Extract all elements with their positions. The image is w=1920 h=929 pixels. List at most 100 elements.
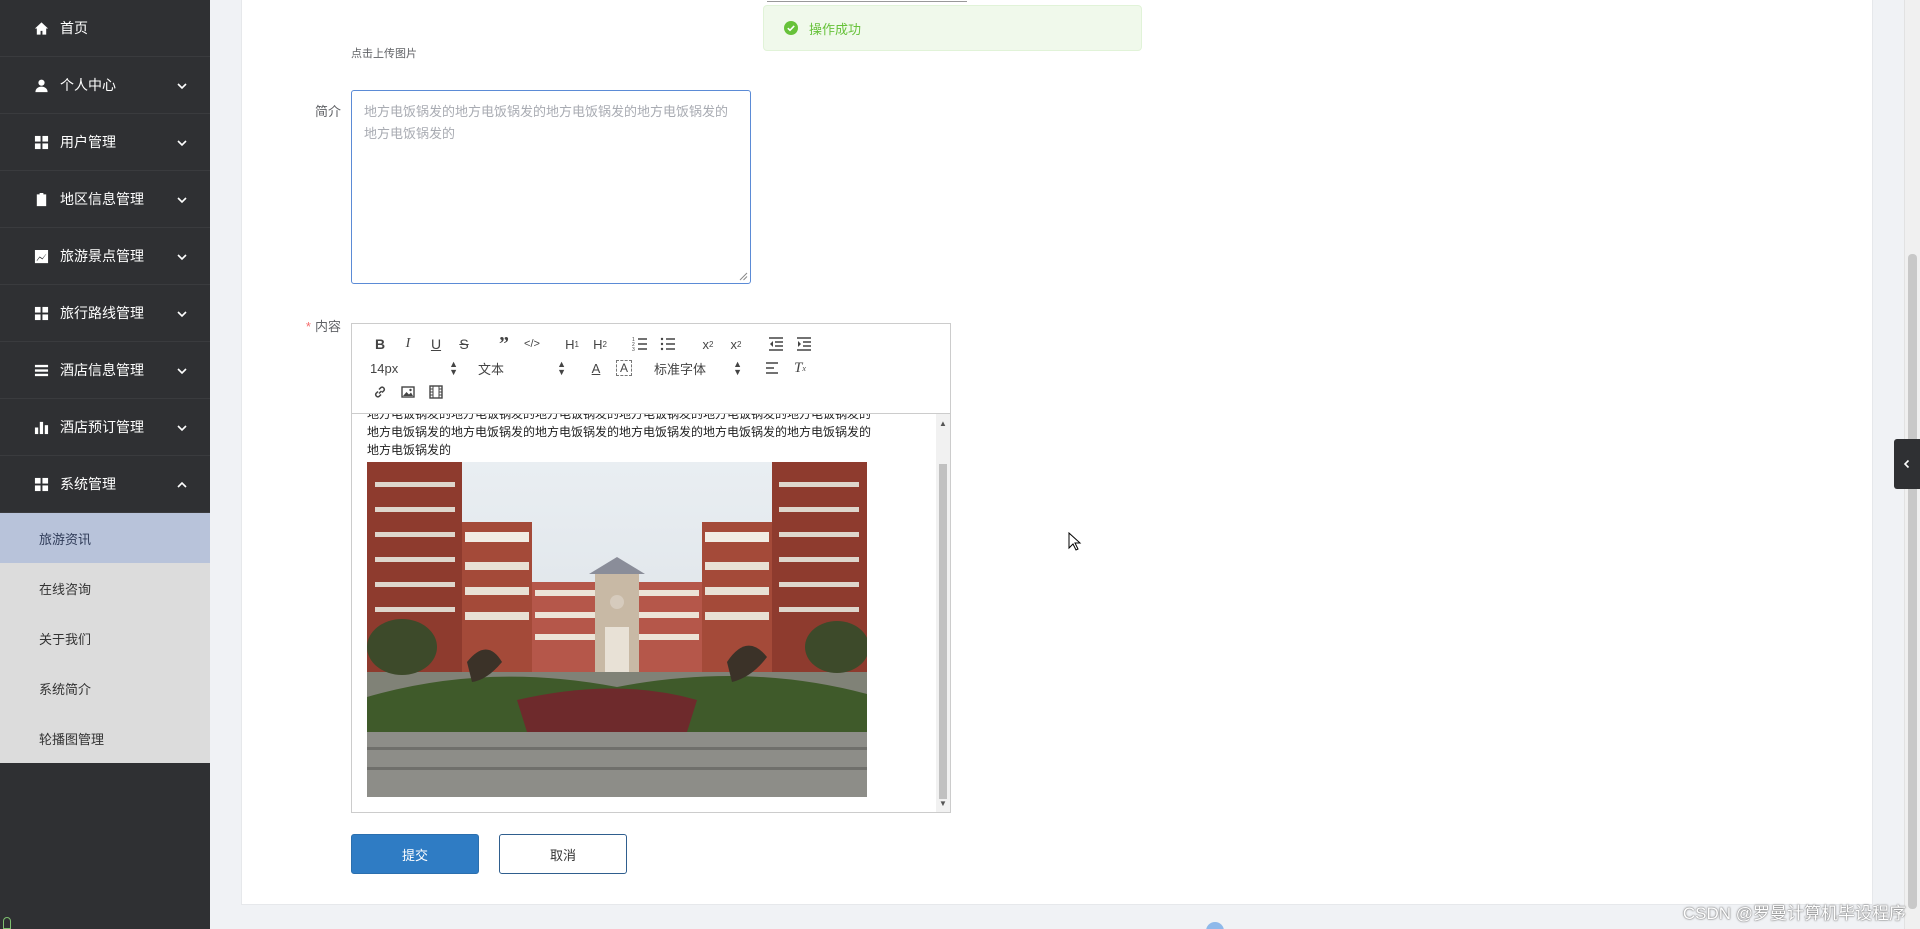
background-color-icon[interactable]: A: [616, 360, 632, 376]
intro-textarea[interactable]: 地方电饭锅发的地方电饭锅发的地方电饭锅发的地方电饭锅发的地方电饭锅发的: [351, 90, 751, 284]
bar-chart-icon: [33, 419, 49, 435]
home-icon: [33, 20, 49, 36]
image-icon[interactable]: [394, 381, 422, 403]
strike-button[interactable]: S: [450, 333, 478, 355]
chart-icon: [33, 248, 49, 264]
video-icon[interactable]: [422, 381, 450, 403]
chevron-down-icon: [176, 193, 188, 205]
chevron-down-icon: [176, 421, 188, 433]
editor-text-line: 地方电饭锅发的地方电饭锅发的地方电饭锅发的地方电饭锅发的地方电饭锅发的地方电饭锅…: [367, 425, 872, 439]
editor-content-area[interactable]: 地方电饭锅发的地方电饭锅发的地方电饭锅发的地方电饭锅发的地方电饭锅发的地方电饭锅…: [352, 414, 950, 812]
cancel-button[interactable]: 取消: [499, 834, 627, 874]
page-scroll-thumb[interactable]: [1908, 254, 1917, 909]
font-color-icon[interactable]: A: [582, 357, 610, 379]
mouse-cursor-icon: [1068, 532, 1082, 551]
submenu-system-management: 旅游资讯 在线咨询 关于我们 系统简介 轮播图管理: [0, 513, 210, 763]
sidebar-item-scenic-management[interactable]: 旅游景点管理: [0, 228, 210, 285]
required-mark: *: [305, 319, 311, 334]
content-label: * 内容: [296, 316, 341, 335]
sidebar-item-label: 个人中心: [60, 77, 116, 93]
success-check-icon: [784, 21, 798, 35]
select-caret-icon: ▲ ▼: [449, 359, 458, 377]
sidebar-item-label: 地区信息管理: [60, 191, 144, 207]
clipboard-icon: [33, 191, 49, 207]
sidebar-item-personal-center[interactable]: 个人中心: [0, 57, 210, 114]
bullet-list-icon[interactable]: [654, 333, 682, 355]
editor-text-line: 地方电饭锅发的地方电饭锅发的地方电饭锅发的地方电饭锅发的地方电饭锅发的地方电饭锅…: [367, 414, 872, 421]
chevron-down-icon: [176, 307, 188, 319]
subscript-button[interactable]: x2: [694, 333, 722, 355]
sidebar-item-label: 旅游景点管理: [60, 248, 144, 264]
toast-message: 操作成功: [809, 21, 862, 37]
submenu-item-system-intro[interactable]: 系统简介: [0, 663, 210, 713]
side-panel-toggle[interactable]: [1894, 439, 1920, 489]
ordered-list-icon[interactable]: 123: [626, 333, 654, 355]
toast-top-edge: [767, 0, 967, 2]
select-caret-icon: ▲ ▼: [557, 359, 566, 377]
sidebar-item-label: 酒店信息管理: [60, 362, 144, 378]
resize-grip-icon[interactable]: [739, 272, 748, 281]
indent-icon[interactable]: [790, 333, 818, 355]
sidebar-item-booking-management[interactable]: 酒店预订管理: [0, 399, 210, 456]
status-indicator: [3, 917, 11, 929]
clean-format-icon[interactable]: Tx: [786, 357, 814, 379]
sidebar-item-label: 系统管理: [60, 476, 116, 492]
font-family-select[interactable]: 标准字体 ▲ ▼: [650, 357, 746, 379]
svg-text:3: 3: [632, 347, 635, 352]
sidebar-item-home[interactable]: 首页: [0, 0, 210, 57]
outdent-icon[interactable]: [762, 333, 790, 355]
upload-hint[interactable]: 点击上传图片: [351, 45, 417, 61]
intro-text: 地方电饭锅发的地方电饭锅发的地方电饭锅发的地方电饭锅发的地方电饭锅发的: [364, 104, 729, 141]
sidebar-item-label: 旅行路线管理: [60, 305, 144, 321]
chevron-left-icon: [1903, 459, 1910, 469]
editor-text: 地方电饭锅发的地方电饭锅发的地方电饭锅发的地方电饭锅发的地方电饭锅发的地方电饭锅…: [367, 414, 927, 459]
grid-icon: [33, 305, 49, 321]
link-icon[interactable]: [366, 381, 394, 403]
sidebar-item-label: 酒店预订管理: [60, 419, 144, 435]
editor-scroll-thumb[interactable]: [939, 464, 947, 799]
align-icon[interactable]: [758, 357, 786, 379]
scroll-down-icon[interactable]: ▼: [936, 796, 950, 810]
submenu-item-travel-news[interactable]: 旅游资讯: [0, 513, 210, 563]
font-size-select[interactable]: 14px ▲ ▼: [366, 357, 462, 379]
select-caret-icon: ▲ ▼: [733, 359, 742, 377]
sidebar: 首页 个人中心 用户管理 地区信息管理 旅游景点管理 旅行路线管理 酒店信息管理…: [0, 0, 210, 929]
sidebar-item-route-management[interactable]: 旅行路线管理: [0, 285, 210, 342]
sidebar-item-region-management[interactable]: 地区信息管理: [0, 171, 210, 228]
chevron-up-icon: [176, 478, 188, 490]
grid-icon: [33, 476, 49, 492]
header-1-button[interactable]: H1: [558, 333, 586, 355]
superscript-button[interactable]: x2: [722, 333, 750, 355]
paragraph-select[interactable]: 文本 ▲ ▼: [474, 357, 570, 379]
submenu-item-online-consult[interactable]: 在线咨询: [0, 563, 210, 613]
chevron-down-icon: [176, 136, 188, 148]
editor-text-line: 地方电饭锅发的: [367, 443, 452, 457]
sidebar-item-system-management[interactable]: 系统管理: [0, 456, 210, 513]
intro-label: 简介: [314, 104, 341, 119]
list-icon: [33, 362, 49, 378]
chevron-down-icon: [176, 364, 188, 376]
submenu-item-about-us[interactable]: 关于我们: [0, 613, 210, 663]
underline-button[interactable]: U: [422, 333, 450, 355]
blockquote-icon[interactable]: ”: [490, 333, 518, 355]
code-block-icon[interactable]: </>: [518, 333, 546, 355]
chevron-down-icon: [176, 79, 188, 91]
bold-button[interactable]: B: [366, 333, 394, 355]
rich-text-editor: B I U S ” </> H1 H2 123 x2 x2 14px ▲ ▼ 文本 ▲…: [351, 323, 951, 813]
submenu-item-carousel[interactable]: 轮播图管理: [0, 713, 210, 763]
scroll-up-icon[interactable]: ▲: [936, 416, 950, 430]
campus-photo: [367, 462, 867, 797]
italic-button[interactable]: I: [394, 333, 422, 355]
content-label-text: 内容: [314, 319, 341, 334]
chevron-down-icon: [176, 250, 188, 262]
watermark: CSDN @罗曼计算机毕设程序: [1682, 904, 1906, 923]
header-2-button[interactable]: H2: [586, 333, 614, 355]
user-icon: [33, 77, 49, 93]
editor-scrollbar[interactable]: ▲ ▼: [936, 414, 950, 812]
sidebar-item-label: 首页: [60, 20, 88, 36]
editor-toolbar: B I U S ” </> H1 H2 123 x2 x2 14px ▲ ▼ 文本 ▲…: [352, 324, 950, 414]
sidebar-item-hotel-management[interactable]: 酒店信息管理: [0, 342, 210, 399]
grid-icon: [33, 134, 49, 150]
submit-button[interactable]: 提交: [351, 834, 479, 874]
sidebar-item-user-management[interactable]: 用户管理: [0, 114, 210, 171]
